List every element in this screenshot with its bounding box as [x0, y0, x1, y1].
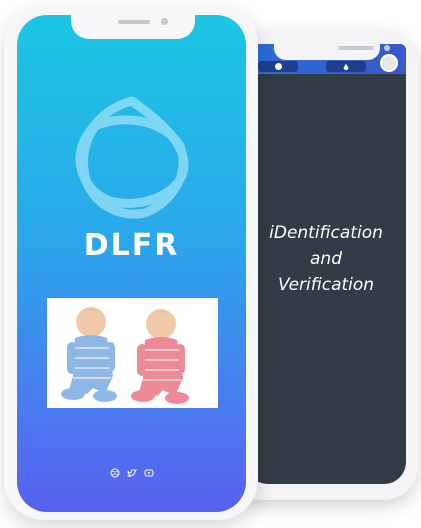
back-phone-screen: iDentification and Verification	[246, 44, 406, 484]
tagline-line-1: iDentification	[269, 223, 383, 243]
star-logo-icon	[75, 96, 189, 219]
dribbble-icon[interactable]	[109, 467, 120, 478]
tab-two[interactable]	[326, 61, 366, 72]
twitter-icon[interactable]	[126, 467, 137, 478]
tab-one[interactable]	[258, 61, 298, 72]
tagline-line-2: and	[310, 249, 342, 269]
tagline: iDentification and Verification	[246, 220, 406, 298]
youtube-icon[interactable]	[143, 467, 154, 478]
front-phone-screen: DLFR	[17, 15, 246, 512]
camera-dot	[384, 45, 390, 51]
speaker-pill	[338, 46, 374, 50]
avatar[interactable]	[380, 54, 398, 72]
camera-dot	[161, 18, 168, 25]
drop-icon	[343, 63, 349, 70]
babies-photo	[47, 298, 218, 408]
back-phone-notch	[274, 44, 390, 60]
social-links	[109, 467, 154, 478]
tagline-line-3: Verification	[277, 275, 375, 295]
front-phone-mockup: DLFR	[4, 4, 258, 520]
speaker-pill	[118, 20, 150, 24]
brand-title: DLFR	[83, 228, 180, 263]
front-phone-notch	[71, 15, 195, 39]
tab-dot-icon	[274, 63, 282, 70]
